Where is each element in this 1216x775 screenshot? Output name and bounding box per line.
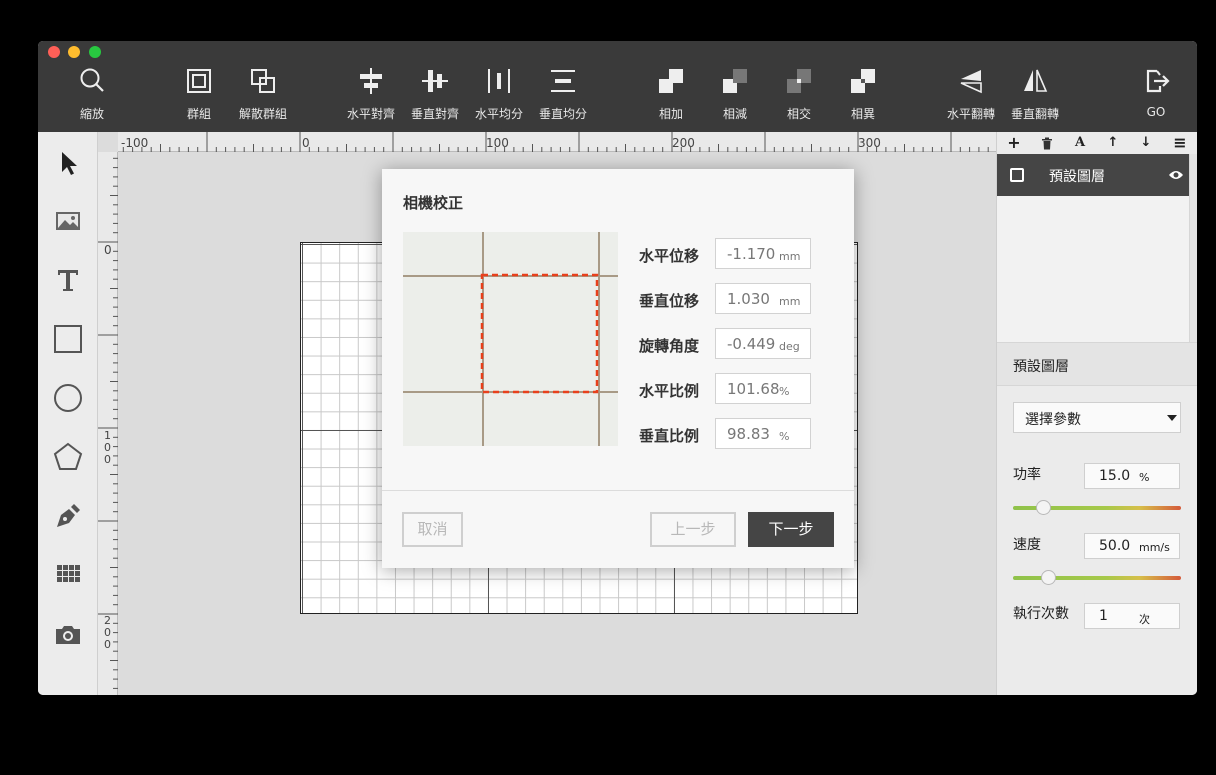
horizontal-offset-label: 水平位移 [639, 247, 700, 265]
calibration-camera-preview [403, 232, 618, 446]
vertical-offset-value: 1.030 [727, 290, 770, 308]
modal-overlay: 相機校正 水平位移 -1.170 mm 垂直位移 1.030 mm 旋轉角度 -… [38, 41, 1197, 695]
vertical-offset-label: 垂直位移 [639, 292, 700, 310]
rotation-angle-label: 旋轉角度 [639, 337, 700, 355]
back-button[interactable]: 上一步 [650, 512, 736, 547]
vertical-offset-input[interactable]: 1.030 mm [715, 283, 811, 314]
rotation-angle-unit: deg [779, 340, 800, 353]
camera-calibration-dialog: 相機校正 水平位移 -1.170 mm 垂直位移 1.030 mm 旋轉角度 -… [382, 169, 854, 568]
next-button[interactable]: 下一步 [748, 512, 834, 547]
horizontal-scale-input[interactable]: 101.68 % [715, 373, 811, 404]
rotation-angle-value: -0.449 [727, 335, 776, 353]
vertical-scale-value: 98.83 [727, 425, 770, 443]
dialog-title: 相機校正 [403, 194, 464, 212]
vertical-offset-unit: mm [779, 295, 801, 308]
vertical-scale-unit: % [779, 430, 790, 443]
dialog-divider [382, 490, 854, 491]
cancel-button[interactable]: 取消 [402, 512, 463, 547]
horizontal-offset-unit: mm [779, 250, 801, 263]
vertical-scale-label: 垂直比例 [639, 427, 700, 445]
horizontal-offset-value: -1.170 [727, 245, 776, 263]
vertical-scale-input[interactable]: 98.83 % [715, 418, 811, 449]
horizontal-offset-input[interactable]: -1.170 mm [715, 238, 811, 269]
rotation-angle-input[interactable]: -0.449 deg [715, 328, 811, 359]
horizontal-scale-label: 水平比例 [639, 382, 700, 400]
app-window: 縮放 群組 解散群組 水平對齊 垂直對齊 水平均分 垂直均分 相加 相減 相交 … [38, 41, 1197, 695]
calibration-preview-image [403, 232, 618, 446]
horizontal-scale-unit: % [779, 385, 790, 398]
horizontal-scale-value: 101.68 [727, 380, 780, 398]
